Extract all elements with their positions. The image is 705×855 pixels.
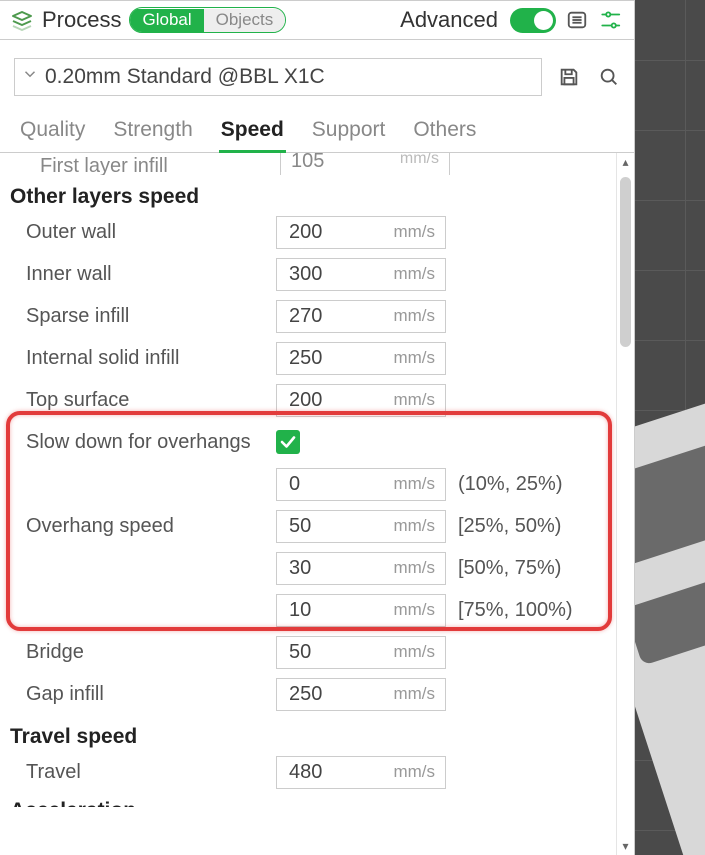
overhang-speed-group: 0 mm/s (10%, 25%) Overhang speed 50 mm/s… bbox=[0, 463, 634, 631]
save-icon[interactable] bbox=[556, 64, 582, 90]
settings-scroll: First layer infill 105mm/s Other layers … bbox=[0, 153, 634, 855]
row-top-surface: Top surface 200 mm/s bbox=[0, 379, 634, 421]
advanced-label: Advanced bbox=[400, 7, 498, 33]
row-travel: Travel 480 mm/s bbox=[0, 751, 634, 793]
section-acceleration: Acceleration bbox=[0, 793, 634, 807]
viewport-3d[interactable] bbox=[635, 0, 705, 855]
section-other-layers-speed: Other layers speed bbox=[0, 175, 634, 211]
row-overhang-2: 30 mm/s [50%, 75%) bbox=[0, 547, 634, 589]
overhang-1-input[interactable]: 50 mm/s bbox=[276, 510, 446, 543]
overhang-0-input[interactable]: 0 mm/s bbox=[276, 468, 446, 501]
internal-solid-infill-input[interactable]: 250 mm/s bbox=[276, 342, 446, 375]
row-bridge: Bridge 50 mm/s bbox=[0, 631, 634, 673]
chevron-down-icon bbox=[21, 65, 39, 89]
panel-title: Process bbox=[42, 7, 121, 33]
scroll-track[interactable] bbox=[620, 171, 631, 837]
tab-support[interactable]: Support bbox=[310, 114, 388, 152]
list-icon[interactable] bbox=[564, 7, 590, 33]
scroll-thumb[interactable] bbox=[620, 177, 631, 347]
tab-strength[interactable]: Strength bbox=[111, 114, 194, 152]
cutoff-row: First layer infill 105mm/s bbox=[0, 153, 634, 175]
process-panel: Process Global Objects Advanced 0.20 bbox=[0, 0, 635, 855]
top-surface-input[interactable]: 200 mm/s bbox=[276, 384, 446, 417]
travel-input[interactable]: 480 mm/s bbox=[276, 756, 446, 789]
bridge-input[interactable]: 50 mm/s bbox=[276, 636, 446, 669]
preset-name: 0.20mm Standard @BBL X1C bbox=[45, 65, 325, 89]
preset-row: 0.20mm Standard @BBL X1C bbox=[0, 40, 634, 106]
row-internal-solid-infill: Internal solid infill 250 mm/s bbox=[0, 337, 634, 379]
slow-down-overhangs-checkbox[interactable] bbox=[276, 430, 300, 454]
overhang-2-input[interactable]: 30 mm/s bbox=[276, 552, 446, 585]
tab-others[interactable]: Others bbox=[411, 114, 478, 152]
gap-infill-input[interactable]: 250 mm/s bbox=[276, 678, 446, 711]
build-plate bbox=[635, 391, 705, 855]
scope-objects[interactable]: Objects bbox=[204, 9, 286, 32]
row-gap-infill: Gap infill 250 mm/s bbox=[0, 673, 634, 715]
inner-wall-input[interactable]: 300 mm/s bbox=[276, 258, 446, 291]
panel-header: Process Global Objects Advanced bbox=[0, 1, 634, 40]
layers-icon bbox=[10, 8, 34, 32]
compare-icon[interactable] bbox=[598, 7, 624, 33]
scroll-up-icon[interactable]: ▴ bbox=[617, 153, 634, 171]
overhang-3-input[interactable]: 10 mm/s bbox=[276, 594, 446, 627]
row-overhang-1: Overhang speed 50 mm/s [25%, 50%) bbox=[0, 505, 634, 547]
section-travel-speed: Travel speed bbox=[0, 715, 634, 751]
preset-dropdown[interactable]: 0.20mm Standard @BBL X1C bbox=[14, 58, 542, 96]
row-slow-down-overhangs: Slow down for overhangs bbox=[0, 421, 634, 463]
vertical-scrollbar: ▴ ▾ bbox=[616, 153, 634, 855]
row-outer-wall: Outer wall 200 mm/s bbox=[0, 211, 634, 253]
sparse-infill-input[interactable]: 270 mm/s bbox=[276, 300, 446, 333]
row-overhang-3: 10 mm/s [75%, 100%) bbox=[0, 589, 634, 631]
row-sparse-infill: Sparse infill 270 mm/s bbox=[0, 295, 634, 337]
tab-bar: Quality Strength Speed Support Others bbox=[0, 106, 634, 153]
tab-quality[interactable]: Quality bbox=[18, 114, 87, 152]
scroll-down-icon[interactable]: ▾ bbox=[617, 837, 634, 855]
scope-toggle: Global Objects bbox=[129, 7, 286, 33]
outer-wall-input[interactable]: 200 mm/s bbox=[276, 216, 446, 249]
advanced-toggle[interactable] bbox=[510, 8, 556, 33]
search-icon[interactable] bbox=[596, 64, 622, 90]
row-overhang-0: 0 mm/s (10%, 25%) bbox=[0, 463, 634, 505]
scope-global[interactable]: Global bbox=[130, 9, 203, 32]
row-inner-wall: Inner wall 300 mm/s bbox=[0, 253, 634, 295]
tab-speed[interactable]: Speed bbox=[219, 114, 286, 152]
